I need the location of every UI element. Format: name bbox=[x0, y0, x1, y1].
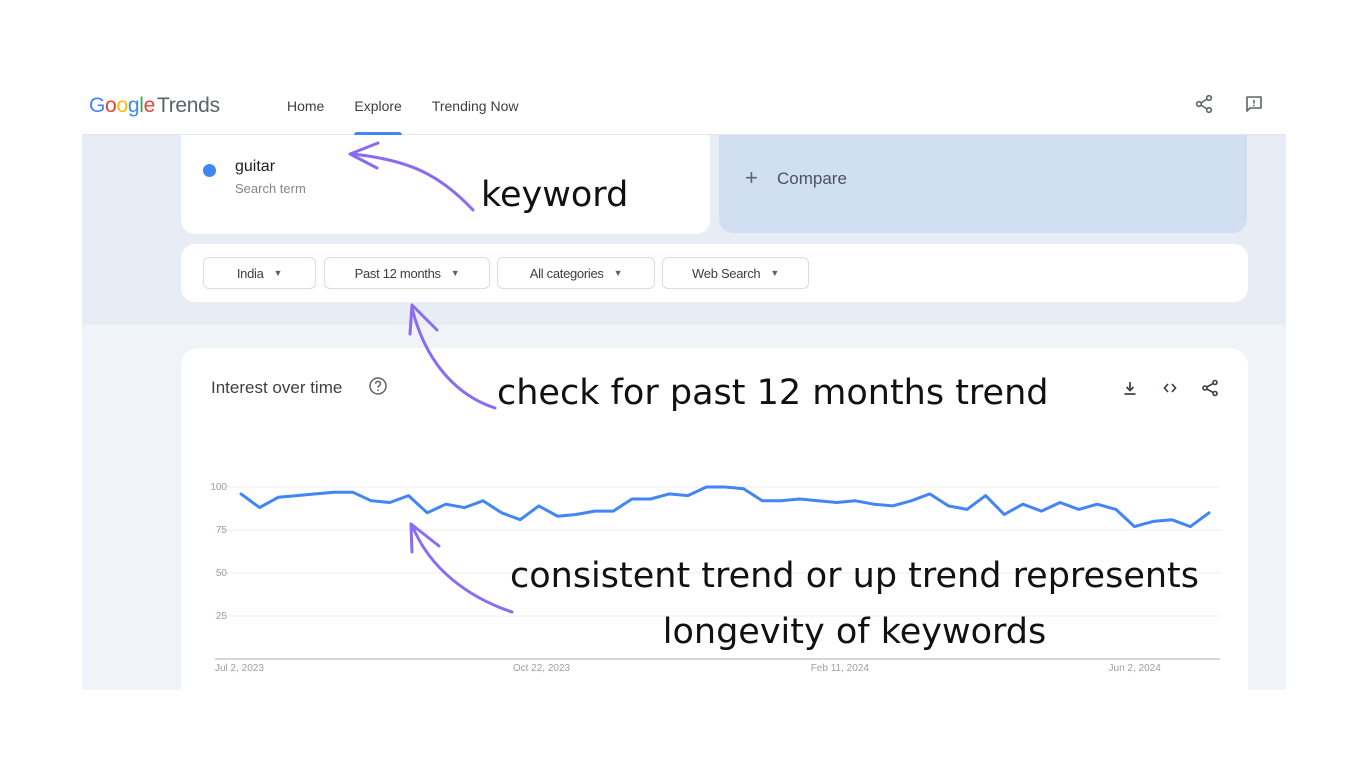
x-tick-label: Oct 22, 2023 bbox=[513, 663, 571, 674]
filter-region[interactable]: India ▼ bbox=[203, 257, 316, 289]
y-tick-label: 25 bbox=[216, 611, 228, 622]
filter-category[interactable]: All categories ▼ bbox=[497, 257, 655, 289]
google-trends-logo[interactable]: GoogleTrends bbox=[89, 94, 220, 118]
x-tick-label: Feb 11, 2024 bbox=[811, 663, 870, 674]
filter-category-label: All categories bbox=[529, 265, 604, 281]
y-tick-label: 100 bbox=[210, 482, 227, 493]
annotation-longevity: consistent trend or up trend represents … bbox=[509, 556, 1199, 652]
filter-time-range[interactable]: Past 12 months ▼ bbox=[324, 257, 490, 289]
filter-time-label: Past 12 months bbox=[354, 265, 441, 281]
plus-icon: + bbox=[745, 165, 758, 190]
filter-search-type-label: Web Search bbox=[692, 265, 761, 281]
series-line-guitar bbox=[239, 485, 1211, 529]
dropdown-caret-icon: ▼ bbox=[613, 268, 623, 278]
search-area: guitar Search term + Compare India ▼ Pas… bbox=[82, 135, 1286, 325]
nav-home[interactable]: Home bbox=[272, 80, 339, 135]
header-actions bbox=[1192, 92, 1266, 116]
y-tick-label: 75 bbox=[216, 525, 228, 536]
main-nav: Home Explore Trending Now bbox=[272, 80, 533, 135]
search-term-card[interactable]: guitar Search term bbox=[181, 135, 710, 234]
nav-explore[interactable]: Explore bbox=[339, 80, 416, 135]
top-bar: GoogleTrends Home Explore Trending Now bbox=[82, 80, 1286, 135]
dropdown-caret-icon: ▼ bbox=[273, 268, 283, 278]
feedback-icon[interactable] bbox=[1242, 92, 1266, 116]
nav-trending-now[interactable]: Trending Now bbox=[417, 80, 534, 135]
x-tick-label: Jul 2, 2023 bbox=[215, 663, 264, 674]
annotation-keyword: keyword bbox=[481, 175, 629, 215]
filter-bar: India ▼ Past 12 months ▼ All categories … bbox=[181, 244, 1248, 302]
logo-google: Google bbox=[89, 94, 155, 117]
logo-product: Trends bbox=[156, 94, 220, 117]
annotation-trend: check for past 12 months trend bbox=[497, 373, 1049, 413]
dropdown-caret-icon: ▼ bbox=[450, 268, 460, 278]
y-tick-label: 50 bbox=[216, 568, 228, 579]
compare-label: Compare bbox=[777, 169, 847, 188]
search-term[interactable]: guitar bbox=[235, 158, 275, 176]
dropdown-caret-icon: ▼ bbox=[770, 268, 779, 278]
filter-search-type[interactable]: Web Search ▼ bbox=[662, 257, 809, 289]
term-color-dot bbox=[203, 164, 216, 177]
filter-region-label: India bbox=[236, 265, 264, 281]
x-tick-label: Jun 2, 2024 bbox=[1109, 663, 1162, 674]
search-term-type: Search term bbox=[235, 181, 306, 196]
compare-button[interactable]: + Compare bbox=[719, 135, 1247, 233]
share-icon[interactable] bbox=[1192, 92, 1216, 116]
